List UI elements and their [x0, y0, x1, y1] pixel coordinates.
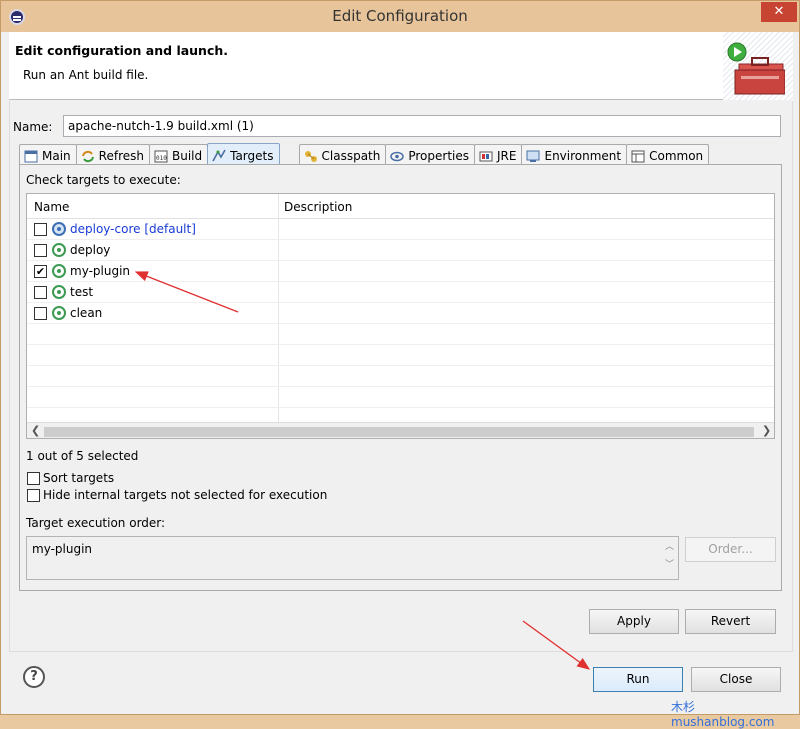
tab-label: Common [649, 149, 704, 163]
tab-properties[interactable]: Properties [385, 144, 476, 165]
name-input[interactable] [63, 115, 781, 137]
tab-refresh[interactable]: Refresh [75, 144, 150, 165]
tab-label: Refresh [98, 149, 144, 163]
tab-label: Properties [408, 149, 470, 163]
tab-label: Build [171, 149, 203, 163]
tab-classpath[interactable]: Classpath [298, 144, 387, 165]
scrollbar-thumb[interactable] [44, 427, 754, 437]
tab-jre[interactable]: JRE [474, 144, 523, 165]
check-targets-label: Check targets to execute: [26, 173, 181, 187]
footer-divider [9, 651, 793, 652]
hide-internal-label: Hide internal targets not selected for e… [43, 488, 328, 502]
tab-label: Environment [544, 149, 622, 163]
header-title: Edit configuration and launch. [15, 43, 229, 58]
tab-label: Targets [230, 148, 274, 163]
target-checkbox[interactable] [34, 307, 47, 320]
window-close-button[interactable]: ✕ [761, 2, 797, 22]
column-header-description[interactable]: Description [284, 200, 352, 214]
execution-order-value: my-plugin [32, 542, 93, 556]
target-name: deploy-core [default] [70, 222, 196, 236]
tab-label: JRE [497, 149, 517, 163]
target-checkbox[interactable] [34, 286, 47, 299]
help-icon[interactable]: ? [23, 666, 45, 688]
target-icon [52, 264, 66, 278]
tab-targets[interactable]: Targets [207, 143, 280, 165]
table-row[interactable]: ✔ my-plugin [27, 261, 774, 282]
config-tabs: Main Refresh 010 Build Targets Classpath… [19, 143, 710, 165]
tab-common[interactable]: Common [626, 144, 710, 165]
target-icon [52, 243, 66, 257]
empty-row [27, 324, 774, 345]
revert-button[interactable]: Revert [685, 609, 776, 634]
order-button[interactable]: Order... [685, 537, 776, 562]
refresh-icon [81, 150, 94, 162]
header-subtitle: Run an Ant build file. [23, 68, 149, 82]
jre-icon [479, 151, 493, 161]
properties-icon [390, 151, 405, 161]
ant-toolbox-icon [727, 42, 785, 95]
window-title: Edit Configuration [332, 7, 468, 25]
close-button[interactable]: Close [691, 667, 781, 692]
tab-label: Main [42, 149, 71, 163]
name-label: Name: [13, 120, 53, 134]
table-row[interactable]: clean [27, 303, 774, 324]
table-row[interactable]: deploy-core [default] [27, 219, 774, 240]
execution-order-box: my-plugin ︿ ﹀ [26, 536, 679, 580]
common-icon [631, 150, 645, 162]
scroll-left-icon[interactable]: ❮ [31, 424, 40, 437]
target-icon [52, 306, 66, 320]
execution-order-label: Target execution order: [26, 516, 166, 530]
sort-targets-checkbox[interactable] [27, 471, 40, 485]
empty-row [27, 345, 774, 366]
vertical-scrollbar[interactable]: ︿ ﹀ [662, 538, 677, 578]
tab-environment[interactable]: Environment [521, 144, 628, 165]
target-checkbox[interactable] [34, 223, 47, 236]
hide-internal-option[interactable]: Hide internal targets not selected for e… [27, 488, 327, 502]
scroll-right-icon[interactable]: ❯ [762, 424, 771, 437]
sort-targets-option[interactable]: Sort targets [27, 471, 114, 485]
watermark: 木杉 mushanblog.com [671, 700, 775, 729]
targets-icon [212, 149, 226, 162]
sort-targets-label: Sort targets [43, 471, 115, 485]
table-row[interactable]: deploy [27, 240, 774, 261]
target-name: clean [70, 306, 103, 320]
default-target-icon [52, 222, 66, 236]
targets-table: Name Description deploy-core [default] d… [26, 193, 775, 439]
hide-internal-checkbox[interactable] [27, 488, 40, 502]
empty-row [27, 366, 774, 387]
environment-icon [526, 150, 540, 162]
target-name: test [70, 285, 94, 299]
selection-count: 1 out of 5 selected [26, 449, 139, 463]
title-bar: Edit Configuration ✕ [1, 1, 799, 32]
svg-text:010: 010 [156, 155, 167, 162]
tab-label: Classpath [321, 149, 381, 163]
table-row[interactable]: test [27, 282, 774, 303]
target-checkbox[interactable] [34, 244, 47, 257]
edit-configuration-window: Edit Configuration ✕ Edit configuration … [0, 0, 800, 729]
column-header-name[interactable]: Name [34, 200, 69, 214]
classpath-icon [304, 150, 317, 162]
target-icon [52, 285, 66, 299]
tab-build[interactable]: 010 Build [148, 144, 209, 165]
empty-row [27, 387, 774, 408]
target-name: my-plugin [70, 264, 131, 278]
target-checkbox-checked[interactable]: ✔ [34, 265, 47, 278]
run-button[interactable]: Run [593, 667, 683, 692]
horizontal-scrollbar[interactable]: ❮ ❯ [27, 422, 774, 438]
targets-table-header: Name Description [27, 194, 774, 219]
main-tab-icon [24, 150, 38, 162]
tab-main[interactable]: Main [19, 144, 77, 165]
build-icon: 010 [154, 150, 168, 162]
target-name: deploy [70, 243, 111, 257]
dialog-header: Edit configuration and launch. Run an An… [9, 32, 793, 100]
apply-button[interactable]: Apply [589, 609, 679, 634]
